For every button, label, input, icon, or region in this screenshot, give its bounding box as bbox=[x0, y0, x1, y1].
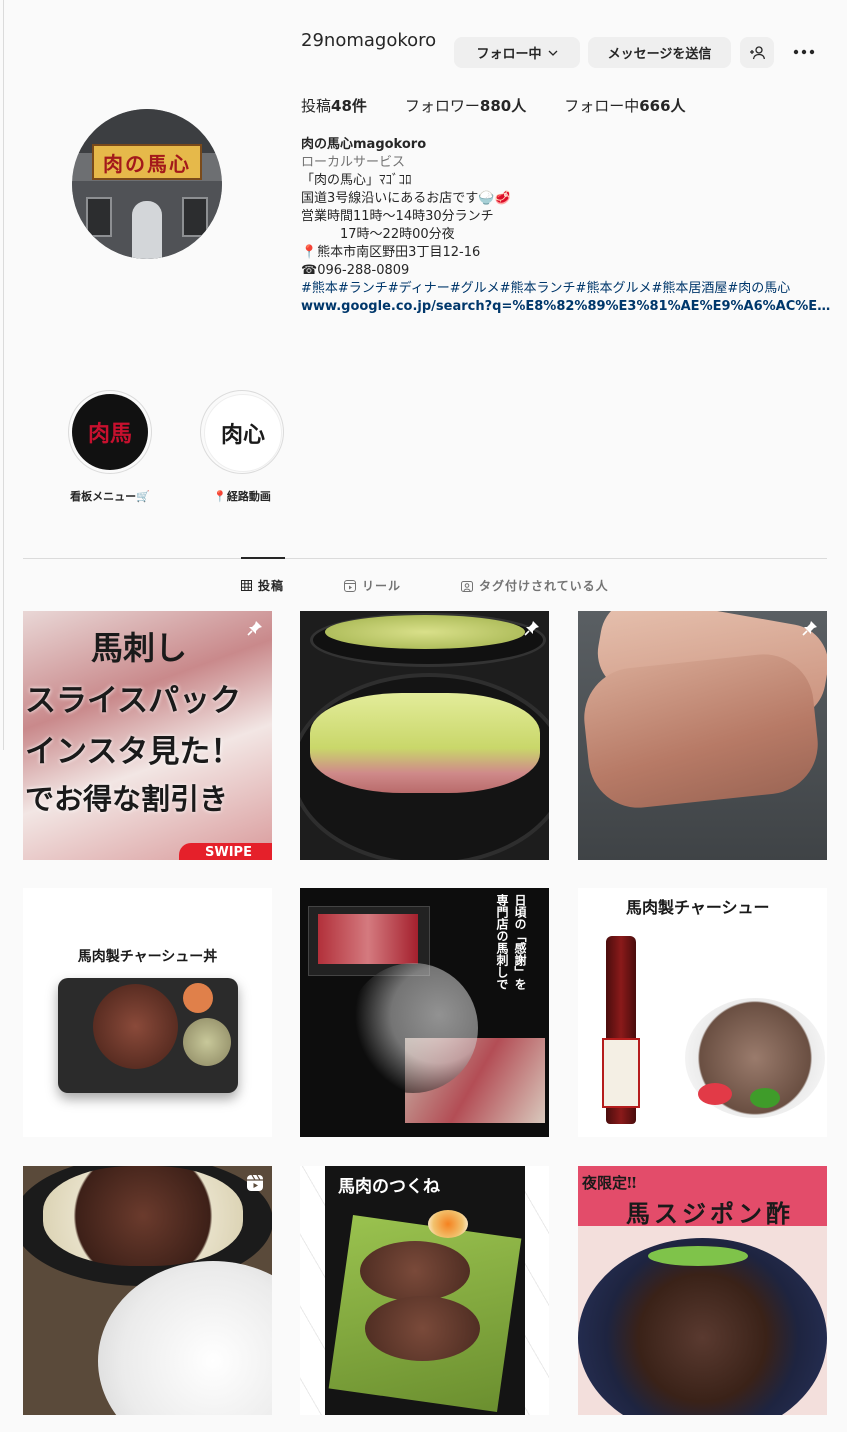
bio-link[interactable]: www.google.co.jp/search?q=%E8%82%89%E3%8… bbox=[301, 298, 831, 316]
pinned-icon bbox=[802, 621, 817, 636]
bio-name: 肉の馬心magokoro bbox=[301, 137, 427, 152]
avatar-door bbox=[132, 201, 162, 259]
avatar-sign: 肉の馬心 bbox=[92, 144, 202, 180]
tab-label: タグ付けされている人 bbox=[479, 579, 609, 593]
stat-label: フォロー中 bbox=[564, 97, 640, 115]
bio-line: 営業時間11時〜14時30分ランチ bbox=[301, 209, 494, 224]
post-food bbox=[750, 1088, 780, 1108]
post-tile[interactable] bbox=[578, 611, 827, 860]
tab-reels[interactable]: リール bbox=[344, 577, 401, 594]
post-caption: 夜限定‼ bbox=[582, 1174, 637, 1192]
highlight-label: 看板メニュー🛒 bbox=[70, 490, 150, 503]
bio-hashtags[interactable]: #熊本#ランチ#ディナー#グルメ#熊本ランチ#熊本グルメ#熊本居酒屋#肉の馬心 bbox=[301, 280, 831, 298]
post-tile[interactable]: 馬肉製チャーシュー bbox=[578, 888, 827, 1137]
post-tile[interactable]: 馬肉のつくね bbox=[300, 1166, 549, 1415]
post-food bbox=[43, 1166, 243, 1266]
post-moon bbox=[348, 963, 478, 1093]
add-user-icon bbox=[750, 45, 765, 59]
post-caption: でお得な割引き bbox=[25, 782, 229, 816]
more-options-button[interactable] bbox=[790, 38, 818, 66]
reels-icon bbox=[344, 579, 356, 592]
profile-username: 29nomagokoro bbox=[301, 30, 437, 51]
highlight-cover-image: 肉馬 bbox=[72, 394, 148, 470]
chevron-down-icon bbox=[548, 50, 557, 56]
profile-avatar[interactable]: 肉の馬心 bbox=[72, 109, 222, 259]
message-button[interactable]: メッセージを送信 bbox=[588, 37, 731, 68]
post-food bbox=[183, 1018, 231, 1066]
post-food bbox=[325, 615, 525, 649]
post-food bbox=[183, 983, 213, 1013]
left-divider bbox=[3, 0, 4, 750]
stat-label: 投稿 bbox=[301, 97, 332, 115]
following-button-label: フォロー中 bbox=[476, 47, 542, 62]
post-food bbox=[360, 1241, 470, 1301]
stat-following[interactable]: フォロー中666人 bbox=[564, 95, 685, 116]
bio-line: 「肉の馬心」ﾏｺﾞｺﾛ bbox=[301, 173, 412, 188]
post-tile[interactable]: 馬肉製チャーシュー丼 bbox=[23, 888, 272, 1137]
post-caption: 馬肉製チャーシュー丼 bbox=[77, 949, 218, 965]
post-tile[interactable]: 馬刺し スライスパック インスタ見た！ でお得な割引き SWIPE bbox=[23, 611, 272, 860]
pinned-icon bbox=[247, 621, 262, 636]
stat-followers[interactable]: フォロワー880人 bbox=[405, 95, 526, 116]
post-caption: スライスパック bbox=[25, 683, 242, 719]
bio-category: ローカルサービス bbox=[301, 155, 406, 170]
post-caption: 馬肉製チャーシュー bbox=[626, 898, 770, 917]
highlight-menu[interactable]: 肉馬 看板メニュー🛒 bbox=[65, 390, 155, 504]
tabs-divider bbox=[23, 558, 827, 559]
highlight-cover: 肉馬 bbox=[68, 390, 152, 474]
tab-tagged[interactable]: タグ付けされている人 bbox=[461, 577, 609, 594]
stat-value: 880人 bbox=[479, 97, 527, 115]
post-caption: 馬肉のつくね bbox=[338, 1177, 440, 1197]
suggest-users-button[interactable] bbox=[740, 37, 774, 68]
stat-value: 48件 bbox=[331, 97, 367, 115]
post-garnish bbox=[648, 1246, 748, 1266]
post-tile[interactable] bbox=[23, 1166, 272, 1415]
swipe-badge: SWIPE bbox=[179, 843, 272, 860]
avatar-window bbox=[182, 197, 208, 237]
bio-line: 17時〜22時00分夜 bbox=[301, 227, 455, 242]
profile-stats: 投稿48件 フォロワー880人 フォロー中666人 bbox=[301, 95, 724, 116]
highlight-label: 📍経路動画 bbox=[213, 490, 271, 503]
post-food bbox=[318, 914, 418, 964]
post-food bbox=[579, 649, 823, 813]
post-caption: 馬刺し bbox=[91, 629, 188, 667]
post-food bbox=[310, 693, 540, 793]
following-button[interactable]: フォロー中 bbox=[454, 37, 580, 68]
post-caption: 馬スジポン酢 bbox=[626, 1199, 794, 1228]
grid-icon bbox=[241, 580, 252, 591]
stat-label: フォロワー bbox=[404, 97, 480, 115]
highlight-cover-image: 肉心 bbox=[204, 394, 282, 472]
reel-icon bbox=[247, 1174, 263, 1191]
profile-tabs: 投稿 リール タグ付けされている人 bbox=[0, 577, 847, 593]
tab-label: 投稿 bbox=[258, 579, 285, 593]
bio-line: 📍熊本市南区野田3丁目12-16 bbox=[301, 245, 481, 260]
post-tile[interactable]: 日頃の「感謝」を 専門店の馬刺しで bbox=[300, 888, 549, 1137]
post-bottle-label bbox=[602, 1038, 640, 1108]
post-food bbox=[698, 1083, 732, 1105]
highlight-route-video[interactable]: 肉心 📍経路動画 bbox=[197, 390, 287, 504]
stat-posts[interactable]: 投稿48件 bbox=[301, 95, 367, 116]
bio-line: 国道3号線沿いにあるお店です🍚🥩 bbox=[301, 191, 511, 206]
post-caption: インスタ見た！ bbox=[25, 734, 242, 770]
highlight-cover: 肉心 bbox=[200, 390, 284, 474]
stat-value: 666人 bbox=[639, 97, 686, 115]
post-caption: 日頃の「感謝」を bbox=[513, 894, 527, 990]
post-caption: 専門店の馬刺しで bbox=[495, 894, 509, 990]
active-tab-indicator bbox=[241, 557, 285, 559]
more-horizontal-icon bbox=[793, 49, 815, 55]
post-tile[interactable]: 夜限定‼ 馬スジポン酢 bbox=[578, 1166, 827, 1415]
message-button-label: メッセージを送信 bbox=[607, 47, 712, 62]
pinned-icon bbox=[524, 621, 539, 636]
post-egg bbox=[428, 1210, 468, 1238]
profile-bio: 肉の馬心magokoro ローカルサービス 「肉の馬心」ﾏｺﾞｺﾛ 国道3号線沿… bbox=[301, 136, 831, 316]
post-food bbox=[365, 1296, 480, 1361]
avatar-window bbox=[86, 197, 112, 237]
tab-posts[interactable]: 投稿 bbox=[241, 577, 284, 594]
tagged-icon bbox=[461, 580, 473, 592]
bio-line: ☎096-288-0809 bbox=[301, 263, 410, 278]
post-food bbox=[93, 984, 178, 1069]
tab-label: リール bbox=[362, 579, 402, 593]
post-tile[interactable] bbox=[300, 611, 549, 860]
